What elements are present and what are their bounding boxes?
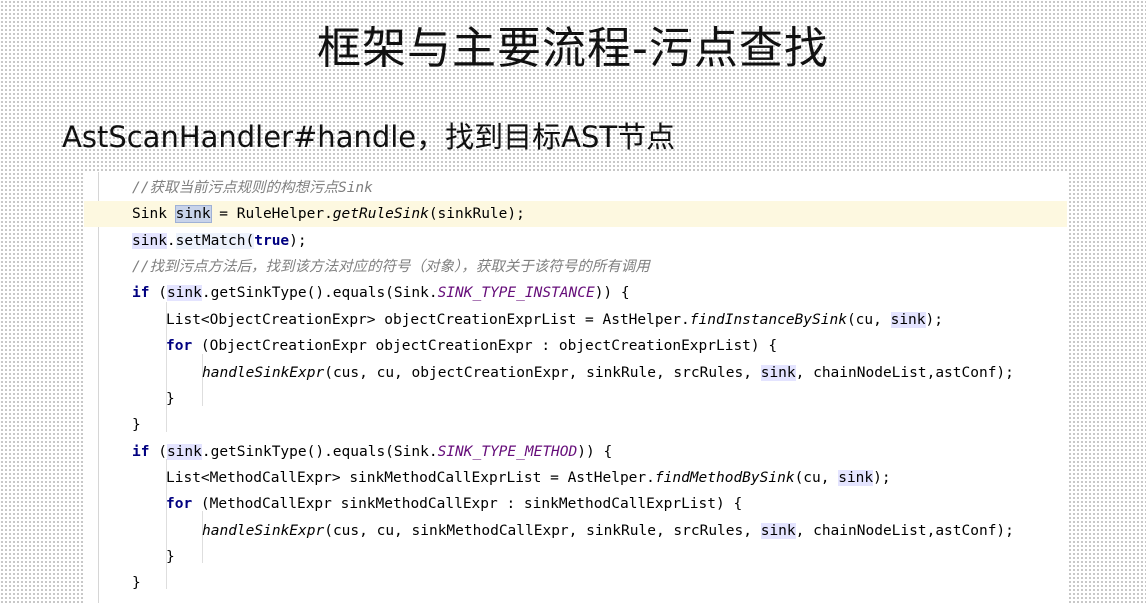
- sink-usage[interactable]: sink: [166, 285, 202, 301]
- static-call: getRuleSink: [332, 206, 429, 222]
- closing-brace: }: [166, 549, 175, 565]
- code-line: handleSinkExpr(cus, cu, sinkMethodCallEx…: [84, 518, 1067, 544]
- code-text: (: [149, 285, 167, 301]
- static-call: findMethodBySink: [654, 470, 795, 486]
- code-line-comment: //获取当前污点规则的构想污点Sink: [84, 175, 1067, 201]
- code-text: .: [166, 233, 176, 249]
- code-line: sink.setMatch(true);: [84, 228, 1067, 254]
- code-line: if (sink.getSinkType().equals(Sink.SINK_…: [84, 280, 1067, 306]
- code-text: List<MethodCallExpr> sinkMethodCallExprL…: [166, 470, 655, 486]
- static-call: handleSinkExpr: [202, 523, 325, 539]
- code-text: )) {: [594, 285, 630, 301]
- code-editor[interactable]: //获取当前污点规则的构想污点Sink Sink sink = RuleHelp…: [84, 172, 1067, 603]
- sink-usage[interactable]: sink: [838, 470, 874, 486]
- code-line: }: [84, 386, 1067, 412]
- code-text: )) {: [577, 444, 613, 460]
- code-text: (: [149, 444, 167, 460]
- code-line: List<ObjectCreationExpr> objectCreationE…: [84, 307, 1067, 333]
- code-text: , chainNodeList,astConf);: [795, 523, 1014, 539]
- code-text: (cus, cu, sinkMethodCallExpr, sinkRule, …: [324, 523, 761, 539]
- code-text: = RuleHelper.: [210, 206, 333, 222]
- code-line: }: [84, 570, 1067, 596]
- keyword: for: [166, 496, 193, 512]
- code-text: (: [245, 233, 255, 249]
- code-text: );: [873, 470, 891, 486]
- sink-usage[interactable]: sink: [166, 444, 202, 460]
- code-text: .getSinkType().equals(Sink.: [201, 444, 438, 460]
- sink-usage[interactable]: sink: [132, 233, 167, 249]
- slide-title: 框架与主要流程-污点查找: [317, 23, 829, 74]
- code-line: if (sink.getSinkType().equals(Sink.SINK_…: [84, 439, 1067, 465]
- comment: //获取当前污点规则的构想污点: [132, 180, 338, 196]
- keyword: for: [166, 338, 193, 354]
- keyword: if: [132, 444, 150, 460]
- code-line: List<MethodCallExpr> sinkMethodCallExprL…: [84, 465, 1067, 491]
- code-text: Sink: [132, 206, 176, 222]
- code-line-current: Sink sink = RuleHelper.getRuleSink(sinkR…: [84, 201, 1067, 227]
- code-text: (cus, cu, objectCreationExpr, sinkRule, …: [324, 365, 761, 381]
- code-text: .getSinkType().equals(Sink.: [201, 285, 438, 301]
- sink-usage[interactable]: sink: [760, 523, 796, 539]
- sink-variable-selected[interactable]: sink: [174, 205, 212, 223]
- comment: //找到污点方法后，找到该方法对应的符号（对象），获取关于该符号的所有调用: [132, 259, 650, 275]
- code-line: handleSinkExpr(cus, cu, objectCreationEx…: [84, 360, 1067, 386]
- code-line: }: [84, 544, 1067, 570]
- static-constant: SINK_TYPE_INSTANCE: [437, 285, 595, 301]
- code-text: (MethodCallExpr sinkMethodCallExpr : sin…: [192, 496, 743, 512]
- code-text: );: [289, 233, 307, 249]
- code-text: );: [925, 312, 943, 328]
- static-constant: SINK_TYPE_METHOD: [437, 444, 578, 460]
- static-call: handleSinkExpr: [202, 365, 325, 381]
- code-text: (sinkRule);: [428, 206, 525, 222]
- sink-usage[interactable]: sink: [760, 365, 796, 381]
- code-text: (ObjectCreationExpr objectCreationExpr :…: [192, 338, 778, 354]
- code-text: (cu,: [846, 312, 891, 328]
- code-line: for (MethodCallExpr sinkMethodCallExpr :…: [84, 491, 1067, 517]
- code-line: for (ObjectCreationExpr objectCreationEx…: [84, 333, 1067, 359]
- code-line-comment: //找到污点方法后，找到该方法对应的符号（对象），获取关于该符号的所有调用: [84, 254, 1067, 280]
- keyword: true: [254, 233, 290, 249]
- code-text: List<ObjectCreationExpr> objectCreationE…: [166, 312, 690, 328]
- sink-usage[interactable]: sink: [890, 312, 926, 328]
- code-text: , chainNodeList,astConf);: [795, 365, 1014, 381]
- static-call: findInstanceBySink: [689, 312, 847, 328]
- method-name: setMatch: [175, 233, 246, 249]
- closing-brace: }: [132, 417, 141, 433]
- slide-subtitle: AstScanHandler#handle，找到目标AST节点: [62, 120, 676, 154]
- keyword: if: [132, 285, 150, 301]
- code-line: }: [84, 412, 1067, 438]
- closing-brace: }: [166, 391, 175, 407]
- code-text: (cu,: [794, 470, 839, 486]
- comment-sink: Sink: [337, 180, 373, 196]
- closing-brace: }: [132, 575, 141, 591]
